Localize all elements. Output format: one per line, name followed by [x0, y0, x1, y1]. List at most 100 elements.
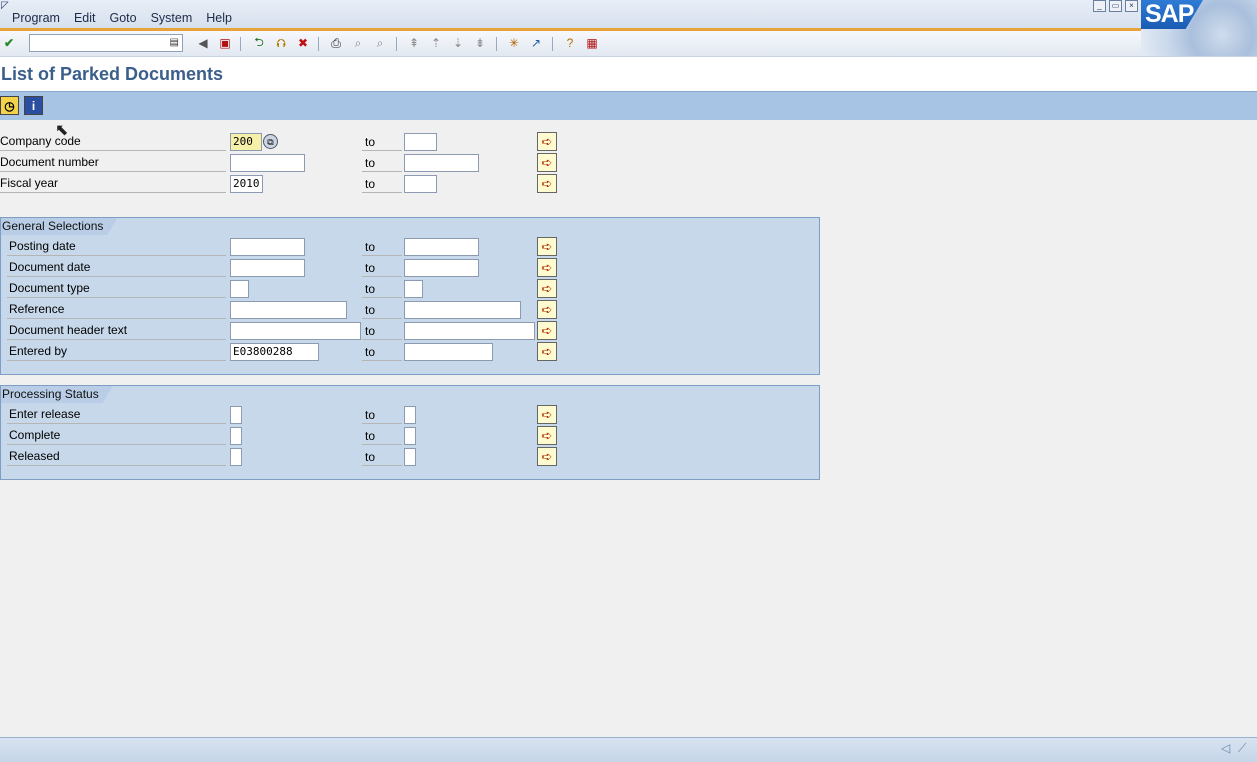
customize-layout-icon[interactable]: ▦ — [584, 35, 600, 51]
document-type-to-input[interactable] — [404, 280, 423, 298]
field-label: Company code — [0, 134, 81, 148]
multiple-selection-arrow-icon[interactable]: ➪ — [537, 132, 557, 151]
system-menu-icon[interactable]: ◸ — [1, 0, 9, 11]
collapse-command-icon[interactable]: ◀ — [195, 35, 211, 51]
label-underline — [0, 150, 226, 151]
execute-icon[interactable]: ◷ — [0, 96, 19, 115]
application-toolbar: ◷ i — [0, 91, 1257, 120]
cancel-icon[interactable]: ✖ — [295, 35, 311, 51]
label-underline — [362, 465, 402, 466]
fiscal-year-to-input[interactable] — [404, 175, 437, 193]
minimize-icon[interactable]: _ — [1093, 0, 1106, 12]
label-underline — [7, 465, 226, 466]
program-info-icon[interactable]: i — [24, 96, 43, 115]
previous-page-icon[interactable]: ⇡ — [428, 35, 444, 51]
entered-by-to-input[interactable] — [404, 343, 493, 361]
restore-icon[interactable]: ▭ — [1109, 0, 1122, 12]
menu-program[interactable]: Program — [12, 11, 60, 25]
reference-from-input[interactable] — [230, 301, 347, 319]
group-title: Processing Status — [1, 386, 113, 403]
menu-goto[interactable]: Goto — [109, 11, 136, 25]
first-page-icon[interactable]: ⇞ — [406, 35, 422, 51]
find-next-icon[interactable]: ⌕ — [372, 35, 388, 51]
menu-system[interactable]: System — [151, 11, 193, 25]
label-underline — [362, 171, 402, 172]
document-header-text-to-input[interactable] — [404, 322, 535, 340]
label-underline — [0, 192, 226, 193]
field-label: Entered by — [9, 344, 68, 358]
reference-to-input[interactable] — [404, 301, 521, 319]
multiple-selection-arrow-icon[interactable]: ➪ — [537, 342, 557, 361]
value-help-icon[interactable]: ⧉ — [263, 134, 278, 149]
document-type-from-input[interactable] — [230, 280, 249, 298]
multiple-selection-arrow-icon[interactable]: ➪ — [537, 174, 557, 193]
entered-by-from-input[interactable]: E03800288 — [230, 343, 319, 361]
document-number-from-input[interactable] — [230, 154, 305, 172]
complete-from-input[interactable] — [230, 427, 242, 445]
find-icon[interactable]: ⌕ — [350, 35, 366, 51]
document-header-text-from-input[interactable] — [230, 322, 361, 340]
field-label: Posting date — [9, 239, 76, 253]
multiple-selection-arrow-icon[interactable]: ➪ — [537, 300, 557, 319]
released-to-input[interactable] — [404, 448, 416, 466]
field-label: Reference — [9, 302, 65, 316]
released-from-input[interactable] — [230, 448, 242, 466]
document-date-from-input[interactable] — [230, 259, 305, 277]
multiple-selection-arrow-icon[interactable]: ➪ — [537, 153, 557, 172]
label-underline — [362, 255, 402, 256]
next-page-icon[interactable]: ⇣ — [450, 35, 466, 51]
group-title: General Selections — [1, 218, 117, 235]
multiple-selection-arrow-icon[interactable]: ➪ — [537, 321, 557, 340]
document-date-to-input[interactable] — [404, 259, 479, 277]
posting-date-to-input[interactable] — [404, 238, 479, 256]
expand-status-icon[interactable]: ◁ — [1221, 741, 1230, 755]
label-underline — [362, 192, 402, 193]
print-icon[interactable]: ⎙ — [328, 35, 344, 51]
to-label: to — [365, 324, 376, 338]
multiple-selection-arrow-icon[interactable]: ➪ — [537, 447, 557, 466]
multiple-selection-arrow-icon[interactable]: ➪ — [537, 279, 557, 298]
enter-release-to-input[interactable] — [404, 406, 416, 424]
last-page-icon[interactable]: ⇟ — [472, 35, 488, 51]
to-label: to — [365, 261, 376, 275]
label-underline — [362, 276, 402, 277]
company-code-to-input[interactable] — [404, 133, 437, 151]
label-underline — [7, 423, 226, 424]
field-label: Document date — [9, 260, 91, 274]
to-label: to — [365, 177, 376, 191]
command-field[interactable]: ▤ — [29, 34, 183, 52]
field-label: Released — [9, 449, 60, 463]
to-label: to — [365, 303, 376, 317]
menu-bar: ◸ Program Edit Goto System Help _ ▭ × — [0, 0, 1257, 28]
save-icon[interactable]: ▣ — [217, 35, 233, 51]
multiple-selection-arrow-icon[interactable]: ➪ — [537, 426, 557, 445]
resize-grip-icon[interactable]: ⟋ — [1238, 741, 1246, 756]
create-session-icon[interactable]: ✳ — [506, 35, 522, 51]
multiple-selection-arrow-icon[interactable]: ➪ — [537, 258, 557, 277]
field-label: Complete — [9, 428, 61, 442]
status-bar: ◁ ⟋ — [0, 737, 1257, 762]
field-label: Document header text — [9, 323, 128, 337]
multiple-selection-arrow-icon[interactable]: ➪ — [537, 405, 557, 424]
close-window-icon[interactable]: × — [1125, 0, 1138, 12]
shortcut-icon[interactable]: ↗ — [528, 35, 544, 51]
posting-date-from-input[interactable] — [230, 238, 305, 256]
multiple-selection-arrow-icon[interactable]: ➪ — [537, 237, 557, 256]
toolbar-separator — [240, 37, 241, 51]
command-history-icon[interactable]: ▤ — [170, 37, 179, 48]
enter-check-icon[interactable]: ✔ — [1, 35, 17, 51]
fiscal-year-from-input[interactable]: 2010 — [230, 175, 263, 193]
menu-help[interactable]: Help — [206, 11, 232, 25]
complete-to-input[interactable] — [404, 427, 416, 445]
company-code-from-input[interactable]: 200 — [230, 133, 262, 151]
exit-icon[interactable]: ⮉ — [273, 35, 289, 51]
page-title: List of Parked Documents — [1, 64, 224, 84]
enter-release-from-input[interactable] — [230, 406, 242, 424]
to-label: to — [365, 240, 376, 254]
document-number-to-input[interactable] — [404, 154, 479, 172]
menu-edit[interactable]: Edit — [74, 11, 96, 25]
label-underline — [7, 255, 226, 256]
help-icon[interactable]: ? — [562, 35, 578, 51]
back-icon[interactable]: ⮌ — [251, 35, 267, 51]
label-underline — [362, 360, 402, 361]
